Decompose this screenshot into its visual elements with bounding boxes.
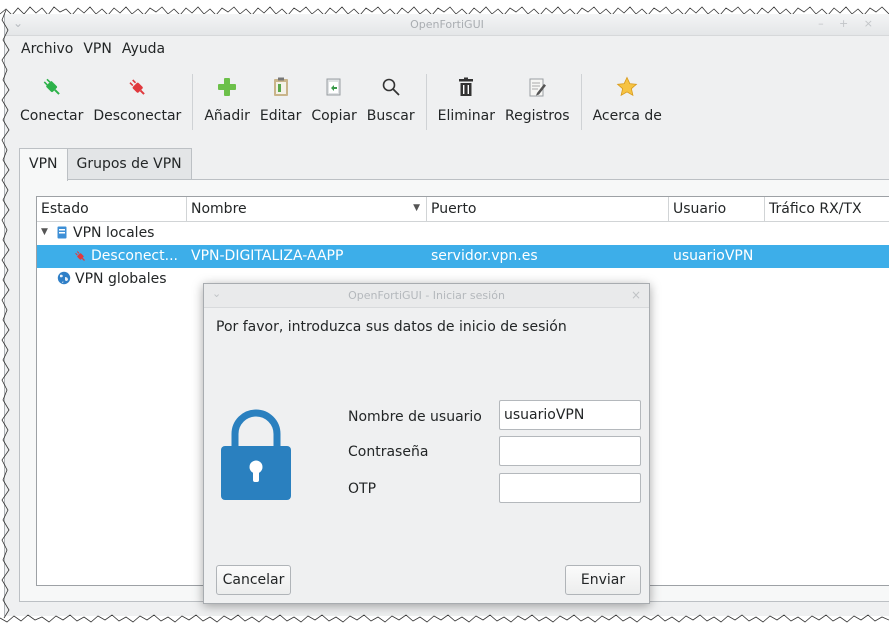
expand-arrow-icon[interactable]: ▼ <box>41 227 48 237</box>
log-edit-icon <box>526 76 548 98</box>
toolbar-separator <box>192 74 194 130</box>
search-label: Buscar <box>366 108 415 124</box>
delete-button[interactable]: Eliminar <box>433 66 500 138</box>
close-icon[interactable]: × <box>631 288 641 302</box>
copy-icon <box>323 76 345 98</box>
login-dialog: ⌄ OpenFortiGUI - Iniciar sesión × Por fa… <box>203 283 650 604</box>
tab-bar: VPN Grupos de VPN <box>19 148 192 181</box>
plug-disconnect-icon <box>73 249 87 267</box>
menu-bar: Archivo VPN Ayuda <box>5 36 889 62</box>
globe-icon <box>57 271 71 289</box>
connect-label: Conectar <box>20 108 84 124</box>
dialog-message: Por favor, introduzca sus datos de inici… <box>216 319 567 335</box>
edit-button[interactable]: Editar <box>255 66 306 138</box>
group-label: VPN globales <box>75 271 167 287</box>
table-row[interactable]: Desconect... VPN-DIGITALIZA-AAPP servido… <box>37 245 889 268</box>
column-header-status[interactable]: Estado <box>37 197 187 221</box>
logs-button[interactable]: Registros <box>500 66 575 138</box>
column-header-name[interactable]: Nombre ▼ <box>187 197 427 221</box>
copy-label: Copiar <box>311 108 357 124</box>
search-icon <box>380 76 402 98</box>
row-status: Desconect... <box>91 248 178 264</box>
about-label: Acerca de <box>592 108 662 124</box>
username-field[interactable] <box>499 400 641 430</box>
submit-button[interactable]: Enviar <box>565 565 641 595</box>
group-label: VPN locales <box>73 225 155 241</box>
plug-connect-icon <box>41 76 63 98</box>
dialog-title: OpenFortiGUI - Iniciar sesión <box>348 289 505 302</box>
menu-ayuda[interactable]: Ayuda <box>122 41 165 57</box>
disconnect-button[interactable]: Desconectar <box>88 66 186 138</box>
title-bar: ⌄ OpenFortiGUI – + × <box>5 14 889 36</box>
password-label: Contraseña <box>348 444 429 460</box>
logs-label: Registros <box>504 108 570 124</box>
otp-label: OTP <box>348 481 377 497</box>
delete-label: Eliminar <box>437 108 495 124</box>
toolbar-separator <box>580 74 582 130</box>
row-user: usuarioVPN <box>673 248 754 264</box>
connect-button[interactable]: Conectar <box>15 66 88 138</box>
cancel-button[interactable]: Cancelar <box>216 565 291 595</box>
add-button[interactable]: Añadir <box>199 66 255 138</box>
trash-icon <box>455 76 477 98</box>
tab-vpn-groups[interactable]: Grupos de VPN <box>66 148 192 180</box>
add-label: Añadir <box>204 108 250 124</box>
tab-vpn[interactable]: VPN <box>19 148 68 181</box>
about-button[interactable]: Acerca de <box>588 66 667 138</box>
sort-descending-icon: ▼ <box>413 203 420 213</box>
server-icon <box>57 226 67 243</box>
toolbar-separator <box>425 74 427 130</box>
copy-button[interactable]: Copiar <box>306 66 361 138</box>
star-icon <box>616 76 638 98</box>
otp-field[interactable] <box>499 473 641 503</box>
dialog-title-bar: ⌄ OpenFortiGUI - Iniciar sesión × <box>204 284 649 308</box>
disconnect-label: Desconectar <box>93 108 182 124</box>
tree-group-local[interactable]: ▼ VPN locales <box>37 222 889 245</box>
column-header-port[interactable]: Puerto <box>427 197 669 221</box>
table-header: Estado Nombre ▼ Puerto Usuario Tráfico RX… <box>37 197 889 222</box>
clipboard-edit-icon <box>270 76 292 98</box>
lock-icon <box>221 406 291 506</box>
menu-archivo[interactable]: Archivo <box>21 41 73 57</box>
password-field[interactable] <box>499 436 641 466</box>
search-button[interactable]: Buscar <box>362 66 420 138</box>
edit-label: Editar <box>259 108 302 124</box>
row-port: servidor.vpn.es <box>431 248 538 264</box>
username-label: Nombre de usuario <box>348 409 482 425</box>
plug-disconnect-icon <box>126 76 148 98</box>
window-controls[interactable]: – + × <box>818 17 879 30</box>
column-header-traffic[interactable]: Tráfico RX/TX <box>765 197 889 221</box>
column-header-user[interactable]: Usuario <box>669 197 765 221</box>
menu-vpn[interactable]: VPN <box>83 41 112 57</box>
toolbar: Conectar Desconectar Añadir Editar Copia… <box>15 66 667 138</box>
plus-icon <box>216 76 238 98</box>
row-name: VPN-DIGITALIZA-AAPP <box>191 248 344 264</box>
window-title: OpenFortiGUI <box>410 18 484 31</box>
